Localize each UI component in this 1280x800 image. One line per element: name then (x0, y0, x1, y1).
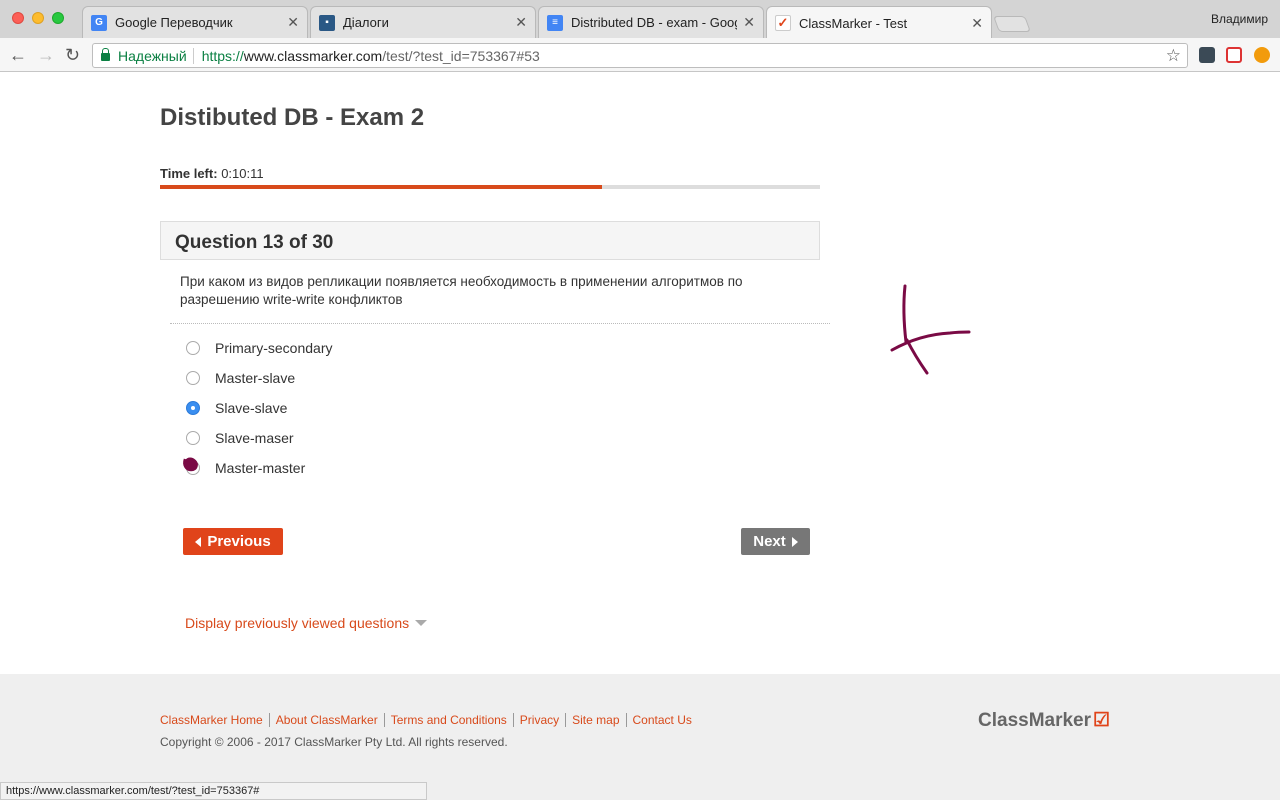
forward-arrow-icon[interactable]: → (37, 45, 55, 65)
tab-title: ClassMarker - Test (799, 15, 908, 31)
docs-icon: ≡ (547, 14, 563, 31)
caret-right-icon (791, 536, 798, 547)
tab-distributed-db-doc[interactable]: ≡ Distributed DB - exam - Googl ✕ (538, 6, 764, 38)
classmarker-logo[interactable]: ClassMarker ☑ (978, 709, 1110, 732)
radio-button[interactable] (186, 431, 200, 445)
handwritten-mark (183, 457, 198, 472)
answer-label: Master-master (215, 460, 306, 476)
address-bar[interactable]: Надежный https://www.classmarker.com/tes… (92, 43, 1188, 68)
answer-label: Slave-slave (215, 400, 288, 416)
footer-link-home[interactable]: ClassMarker Home (160, 713, 270, 727)
answer-label: Master-slave (215, 370, 296, 386)
brand-name: ClassMarker (978, 709, 1092, 731)
footer-link-privacy[interactable]: Privacy (514, 713, 567, 727)
time-progress-bar (160, 185, 820, 189)
tab-title: Distributed DB - exam - Googl (571, 15, 738, 30)
handwritten-doodle (890, 284, 971, 375)
close-icon[interactable]: ✕ (971, 15, 983, 32)
footer-link-sitemap[interactable]: Site map (566, 713, 627, 727)
reload-icon[interactable]: ↻ (65, 45, 80, 65)
radio-button-selected[interactable] (186, 401, 200, 415)
question-header: Question 13 of 30 (160, 221, 820, 260)
time-left-label: Time left: (160, 166, 218, 181)
footer-link-contact[interactable]: Contact Us (627, 713, 698, 727)
alert-icon[interactable] (1254, 47, 1270, 63)
browser-toolbar: ← → ↻ Надежный https://www.classmarker.c… (0, 38, 1280, 72)
footer-links: ClassMarker Home About ClassMarker Terms… (160, 713, 698, 727)
previously-viewed-label: Display previously viewed questions (185, 615, 410, 631)
checkmark-icon: ☑ (1093, 710, 1111, 731)
time-progress-fill (160, 185, 603, 189)
new-tab-button[interactable] (993, 16, 1031, 32)
bookmark-star-icon[interactable]: ☆ (1166, 46, 1181, 66)
answer-option[interactable]: Primary-secondary (186, 333, 332, 363)
maximize-window-button[interactable] (52, 12, 64, 24)
tab-google-translate[interactable]: G Google Переводчик ✕ (82, 6, 308, 38)
copyright-text: Copyright © 2006 - 2017 ClassMarker Pty … (160, 735, 508, 749)
secure-label: Надежный (118, 47, 187, 64)
question-heading: Question 13 of 30 (175, 232, 334, 253)
footer-link-terms[interactable]: Terms and Conditions (385, 713, 514, 727)
answer-option[interactable]: Master-master (186, 453, 332, 483)
extension-icon[interactable] (1199, 47, 1215, 63)
footer-link-about[interactable]: About ClassMarker (270, 713, 385, 727)
google-translate-icon: G (91, 14, 107, 31)
previously-viewed-toggle[interactable]: Display previously viewed questions (185, 615, 428, 631)
caret-down-icon (415, 620, 428, 626)
close-icon[interactable]: ✕ (743, 14, 755, 31)
page-title: Distibuted DB - Exam 2 (160, 104, 425, 131)
tab-dialogs[interactable]: ▪ Діалоги ✕ (310, 6, 536, 38)
answer-option[interactable]: Slave-maser (186, 423, 332, 453)
radio-button[interactable] (186, 371, 200, 385)
browser-status-url: https://www.classmarker.com/test/?test_i… (0, 782, 427, 800)
url-scheme: https:// (201, 47, 244, 64)
close-icon[interactable]: ✕ (287, 14, 299, 31)
tab-title: Діалоги (343, 15, 389, 30)
divider (192, 47, 194, 64)
question-text: При каком из видов репликации появляется… (180, 274, 743, 307)
answer-option[interactable]: Master-slave (186, 363, 332, 393)
browser-tab-strip: G Google Переводчик ✕ ▪ Діалоги ✕ ≡ Dist… (0, 0, 1280, 39)
close-window-button[interactable] (12, 12, 24, 24)
radio-button[interactable] (186, 341, 200, 355)
next-label: Next (753, 533, 786, 550)
answer-label: Slave-maser (215, 430, 294, 446)
next-button[interactable]: Next (741, 528, 810, 555)
previous-button[interactable]: Previous (183, 528, 283, 555)
url-host: www.classmarker.com (243, 47, 383, 64)
back-arrow-icon[interactable]: ← (9, 45, 27, 65)
close-icon[interactable]: ✕ (515, 14, 527, 31)
tab-classmarker-test[interactable]: ✓ ClassMarker - Test ✕ (766, 6, 992, 39)
divider (170, 323, 830, 324)
minimize-window-button[interactable] (32, 12, 44, 24)
time-left-value: 0:10:11 (221, 166, 264, 181)
time-left: Time left: 0:10:11 (160, 166, 264, 181)
extension-cross-icon[interactable] (1226, 47, 1242, 63)
caret-left-icon (195, 536, 202, 547)
answer-options: Primary-secondary Master-slave Slave-sla… (186, 333, 332, 483)
classmarker-icon: ✓ (775, 15, 791, 31)
answer-option[interactable]: Slave-slave (186, 393, 332, 423)
answer-label: Primary-secondary (215, 340, 333, 356)
lock-icon (101, 48, 110, 61)
profile-name[interactable]: Владимир (1211, 12, 1268, 26)
url-path: /test/?test_id=753367#53 (382, 47, 540, 64)
previous-label: Previous (207, 533, 271, 550)
chat-icon: ▪ (319, 14, 335, 31)
tab-title: Google Переводчик (115, 15, 233, 30)
